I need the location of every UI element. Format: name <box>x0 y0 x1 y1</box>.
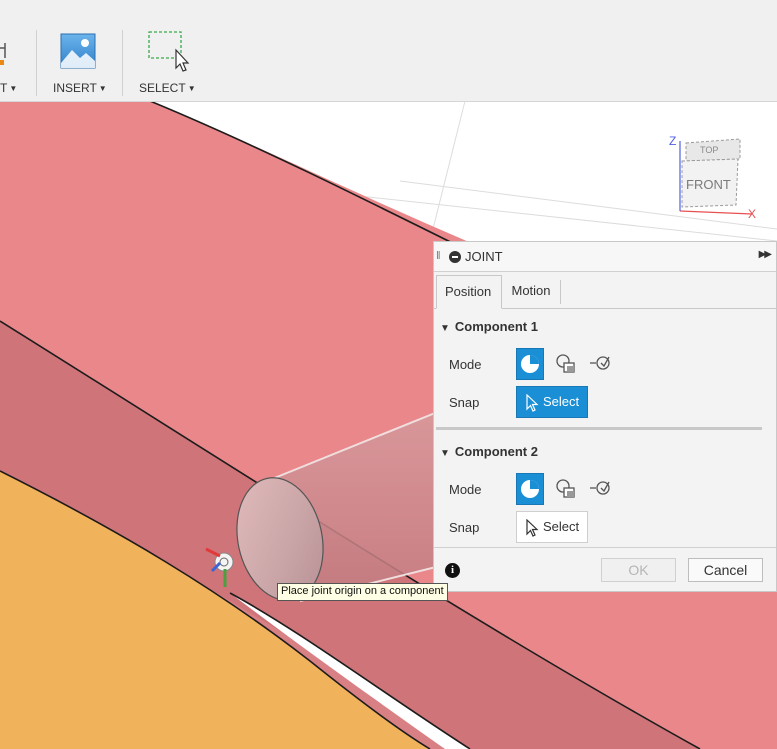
x-axis-line <box>679 210 753 215</box>
chevron-down-icon: ▼ <box>9 84 18 93</box>
collapse-triangle-icon: ▼ <box>440 323 450 334</box>
collapse-icon[interactable] <box>449 251 461 263</box>
component2-select-button[interactable]: Select <box>516 511 589 543</box>
cursor-icon <box>526 519 539 537</box>
chevron-down-icon: ▼ <box>98 84 107 93</box>
two-edge-intersection-icon <box>590 481 610 495</box>
cursor-icon <box>526 394 539 412</box>
construct-icon <box>0 43 6 65</box>
toolbar: T ▼ INSERT ▼ SELECT ▼ <box>0 0 777 102</box>
tooltip: Place joint origin on a component <box>277 583 448 601</box>
window-select-icon <box>148 31 190 72</box>
collapse-triangle-icon: ▼ <box>440 448 450 459</box>
simple-mode-icon <box>521 480 539 498</box>
view-cube[interactable]: FRONT TOP Z X <box>669 134 756 221</box>
component1-select-label: Select <box>543 394 580 409</box>
component2-header[interactable]: ▼ Component 2 <box>440 444 538 459</box>
z-axis-label: Z <box>669 134 676 148</box>
insert-image-icon <box>60 33 96 69</box>
between-two-faces-icon <box>556 479 575 498</box>
snap-label: Snap <box>449 520 480 535</box>
toolbar-separator <box>122 30 123 96</box>
mode-label: Mode <box>449 482 482 497</box>
component2-title: Component 2 <box>454 444 538 459</box>
snap-label: Snap <box>449 395 480 410</box>
component1-header[interactable]: ▼ Component 1 <box>440 319 538 334</box>
tab-motion[interactable]: Motion <box>502 275 560 307</box>
simple-mode-icon <box>521 355 539 373</box>
component2-mode-two-edge-button[interactable] <box>588 473 616 505</box>
cancel-button[interactable]: Cancel <box>688 558 763 582</box>
insert-label: INSERT <box>53 81 97 95</box>
component1-mode-simple-button[interactable] <box>516 348 544 380</box>
view-cube-front-label: FRONT <box>686 177 731 192</box>
toolbar-partial-label: T <box>0 81 8 95</box>
chevron-down-icon: ▼ <box>187 84 196 93</box>
select-menu-button[interactable]: SELECT ▼ <box>136 30 202 100</box>
drag-handle-icon[interactable]: ‖ <box>436 250 441 262</box>
joint-dialog: ‖ JOINT ▶▶ Position Motion ▼ Component 1 … <box>433 241 777 592</box>
toolbar-separator <box>36 30 37 96</box>
ok-button[interactable]: OK <box>601 558 676 582</box>
x-axis-label: X <box>748 207 756 221</box>
component2-select-label: Select <box>543 519 580 534</box>
tab-position[interactable]: Position <box>436 275 502 309</box>
component1-mode-two-edge-button[interactable] <box>588 348 616 380</box>
dialog-title: JOINT <box>465 249 503 264</box>
view-cube-top-label: TOP <box>700 145 718 155</box>
insert-menu-button[interactable]: INSERT ▼ <box>50 30 110 100</box>
component2-mode-simple-button[interactable] <box>516 473 544 505</box>
two-edge-intersection-icon <box>590 356 610 370</box>
component1-mode-between-faces-button[interactable] <box>552 348 580 380</box>
component1-title: Component 1 <box>454 319 538 334</box>
tab-separator <box>560 280 561 304</box>
select-label: SELECT <box>139 81 186 95</box>
info-icon[interactable]: i <box>445 563 460 578</box>
component2-mode-between-faces-button[interactable] <box>552 473 580 505</box>
section-divider <box>436 427 762 430</box>
footer-divider <box>434 547 776 548</box>
toolbar-group-partial[interactable]: T ▼ <box>0 30 30 100</box>
mode-label: Mode <box>449 357 482 372</box>
joint-dialog-header[interactable]: ‖ JOINT ▶▶ <box>434 242 776 272</box>
between-two-faces-icon <box>556 354 575 373</box>
component1-select-button[interactable]: Select <box>516 386 589 418</box>
expand-panel-icon[interactable]: ▶▶ <box>759 249 772 260</box>
tab-bar: Position Motion <box>434 272 776 309</box>
